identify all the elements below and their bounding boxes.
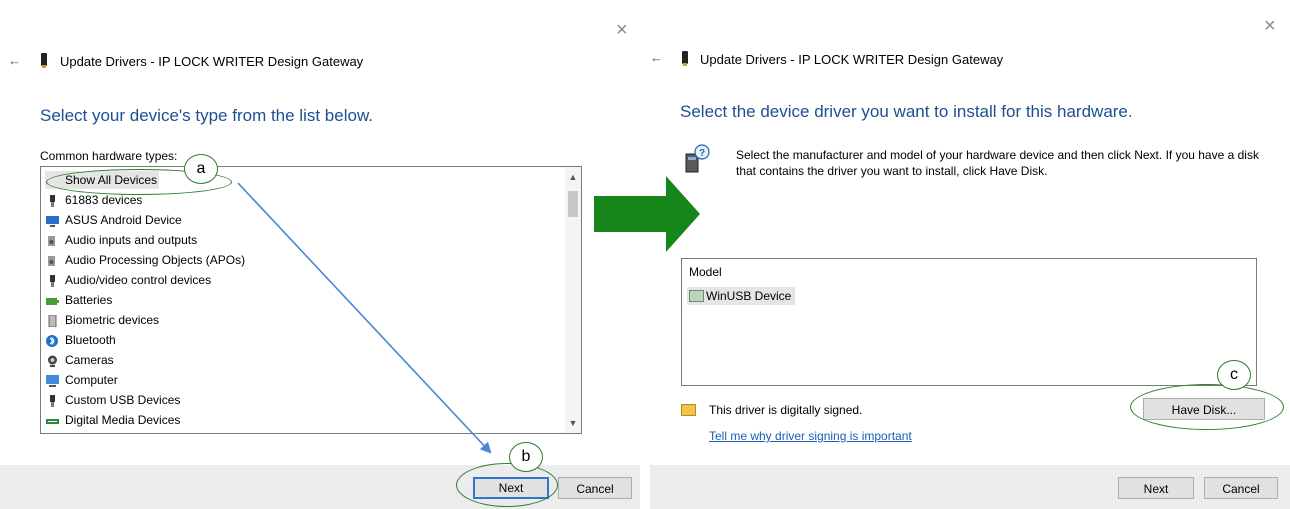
next-button[interactable]: Next [1118,477,1194,499]
hardware-help-icon: ? [684,144,710,174]
cancel-button[interactable]: Cancel [558,477,632,499]
media-icon [46,414,59,426]
list-item-label: Biometric devices [65,313,160,327]
usb-device-icon [682,51,688,66]
plug-icon [46,194,59,207]
device-type-dialog: × ← Update Drivers - IP LOCK WRITER Desi… [0,0,640,509]
page-heading: Select the device driver you want to ins… [680,102,1133,121]
plug-icon [46,274,59,287]
list-item-label: Computer [65,373,118,387]
signed-driver-icon [681,404,696,416]
list-item-label: Cameras [65,353,114,367]
page-heading: Select your device's type from the list … [40,106,374,125]
model-item-winusb[interactable]: WinUSB Device [687,287,795,305]
instructions-text: Select the manufacturer and model of you… [736,148,1259,178]
usb-device-icon [41,53,47,68]
fingerprint-icon [46,314,59,328]
close-icon[interactable]: × [616,20,628,40]
dialog-footer: Next Cancel [650,465,1290,509]
cancel-button[interactable]: Cancel [1204,477,1278,499]
annotation-ellipse-b [456,463,558,507]
annotation-callout-c: c [1217,360,1251,390]
annotation-callout-b: b [509,442,543,472]
window-title: Update Drivers - IP LOCK WRITER Design G… [60,54,364,69]
list-item-label: Audio/video control devices [65,273,212,287]
back-arrow-icon[interactable]: ← [650,50,663,65]
list-item-label: Audio inputs and outputs [65,233,198,247]
back-arrow-icon[interactable]: ← [8,53,21,68]
signed-text: This driver is digitally signed. [709,403,863,417]
list-item-label: Custom USB Devices [65,393,181,407]
list-item-label: Audio Processing Objects (APOs) [65,253,246,267]
window-title: Update Drivers - IP LOCK WRITER Design G… [700,52,1004,67]
speaker-icon [46,254,59,266]
driver-signing-link[interactable]: Tell me why driver signing is important [709,429,912,443]
list-item-label: ASUS Android Device [65,213,182,227]
computer-icon [46,374,59,387]
scroll-up-icon[interactable]: ▲ [565,169,581,185]
driver-icon [689,290,704,302]
device-driver-dialog: × ← Update Drivers - IP LOCK WRITER Desi… [650,0,1290,509]
close-icon[interactable]: × [1264,16,1276,36]
battery-icon [46,294,59,306]
plug-icon [46,394,59,407]
svg-text:?: ? [699,148,705,159]
list-item-label: Digital Media Devices [65,413,181,427]
scroll-thumb[interactable] [568,191,578,217]
annotation-ellipse-c [1130,384,1284,430]
camera-icon [46,354,59,367]
bluetooth-icon [46,334,59,347]
monitor-icon [46,214,59,227]
annotation-callout-a: a [184,154,218,184]
hardware-types-list[interactable]: ▲ ▼ Show All Devices 61883 devices ASUS An… [40,166,582,434]
model-list[interactable]: Model WinUSB Device [681,258,1257,386]
scroll-down-icon[interactable]: ▼ [565,415,581,431]
speaker-icon [46,234,59,246]
model-column-header: Model [689,265,722,279]
list-item-label: Batteries [65,293,113,307]
list-label: Common hardware types: [40,149,178,163]
model-item-label: WinUSB Device [706,289,792,303]
list-item-label: Bluetooth [65,333,116,347]
scrollbar[interactable]: ▲ ▼ [565,167,581,433]
